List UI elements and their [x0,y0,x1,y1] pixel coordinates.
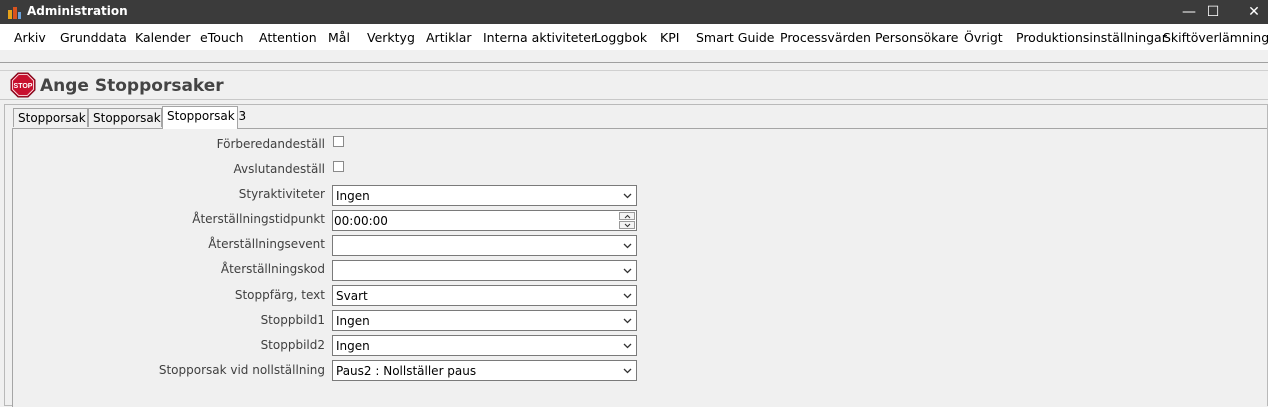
close-button[interactable]: ✕ [1231,0,1268,24]
chevron-down-icon [623,318,632,324]
stoppfarg-text-select[interactable]: Svart [332,285,637,306]
chevron-down-icon [624,223,631,228]
styraktiviteter-select[interactable]: Ingen [332,185,637,206]
menu-etouch[interactable]: eTouch [200,30,244,45]
menu-mal[interactable]: Mål [328,30,350,45]
stopporsak-nollstallning-value: Paus2 : Nollställer paus [336,364,477,378]
title-bar: Administration — ☐ ✕ [0,0,1268,24]
chevron-down-icon [623,193,632,199]
stoppbild2-select[interactable]: Ingen [332,335,637,356]
page-title: Ange Stopporsaker [40,76,224,96]
chevron-down-icon [623,343,632,349]
maximize-button[interactable]: ☐ [1190,0,1236,24]
aterstallningskod-label: Återställningskod [220,262,325,276]
chevron-down-icon [623,368,632,374]
page-header: STOP Ange Stopporsaker [2,72,1266,100]
avslutandestall-checkbox[interactable] [333,161,344,172]
stop-sign-text: STOP [14,83,33,90]
aterstallningstidpunkt-value: 00:00:00 [334,214,388,228]
menu-arkiv[interactable]: Arkiv [14,30,46,45]
aterstallningstidpunkt-label: Återställningstidpunkt [192,212,325,226]
menu-ovrigt[interactable]: Övrigt [964,30,1003,45]
stoppbild1-select[interactable]: Ingen [332,310,637,331]
menu-personsokare[interactable]: Personsökare [875,30,958,45]
menu-smart-guide[interactable]: Smart Guide [696,30,775,45]
menu-skiftoverlamning[interactable]: Skiftöverlämning [1163,30,1268,45]
title-divider [0,99,1268,100]
stopporsak-nollstallning-select[interactable]: Paus2 : Nollställer paus [332,360,637,381]
avslutandestall-label: Avslutandeställ [233,162,325,176]
spin-down-button[interactable] [619,221,635,229]
header-divider [0,70,1268,71]
window-title: Administration [27,4,128,18]
menu-interna-aktiviteter[interactable]: Interna aktiviteter [483,30,596,45]
menu-grunddata[interactable]: Grunddata [60,30,127,45]
chevron-down-icon [623,268,632,274]
menu-produktionsinstallningar[interactable]: Produktionsinställningar [1016,30,1167,45]
aterstallningstidpunkt-spinner[interactable]: 00:00:00 [332,210,637,231]
menu-processvarden[interactable]: Processvärden [780,30,871,45]
aterstallningsevent-label: Återställningsevent [208,237,325,251]
menu-loggbok[interactable]: Loggbok [594,30,647,45]
stoppbild2-value: Ingen [336,339,370,353]
styraktiviteter-label: Styraktiviteter [238,187,325,201]
stopporsak-nollstallning-label: Stopporsak vid nollställning [158,363,325,377]
forberedandestall-checkbox[interactable] [333,136,344,147]
toolbar-divider [0,62,1268,63]
stoppfarg-text-label: Stoppfärg, text [234,288,325,302]
menu-kpi[interactable]: KPI [660,30,679,45]
chevron-up-icon [624,214,631,219]
tab-stopporsak-2[interactable]: Stopporsak 2 [88,108,172,127]
stoppbild1-label: Stoppbild1 [260,313,325,327]
forberedandestall-label: Förberedandeställ [216,137,325,151]
aterstallningskod-select[interactable] [332,260,637,281]
app-icon [8,7,21,19]
stoppbild2-label: Stoppbild2 [260,338,325,352]
spin-up-button[interactable] [619,212,635,220]
stop-sign-icon: STOP [10,72,36,98]
chevron-down-icon [623,293,632,299]
aterstallningsevent-select[interactable] [332,235,637,256]
stoppfarg-text-value: Svart [336,289,368,303]
chevron-down-icon [623,243,632,249]
tab-stopporsak-3[interactable]: Stopporsak 3 [162,106,246,129]
menu-kalender[interactable]: Kalender [135,30,191,45]
menu-bar: Arkiv Grunddata Kalender eTouch Attentio… [0,24,1268,50]
styraktiviteter-value: Ingen [336,189,370,203]
spin-buttons [619,212,635,229]
menu-artiklar[interactable]: Artiklar [426,30,472,45]
tab-stopporsak-1[interactable]: Stopporsak 1 [13,108,97,127]
menu-attention[interactable]: Attention [259,30,317,45]
stoppbild1-value: Ingen [336,314,370,328]
menu-verktyg[interactable]: Verktyg [367,30,415,45]
